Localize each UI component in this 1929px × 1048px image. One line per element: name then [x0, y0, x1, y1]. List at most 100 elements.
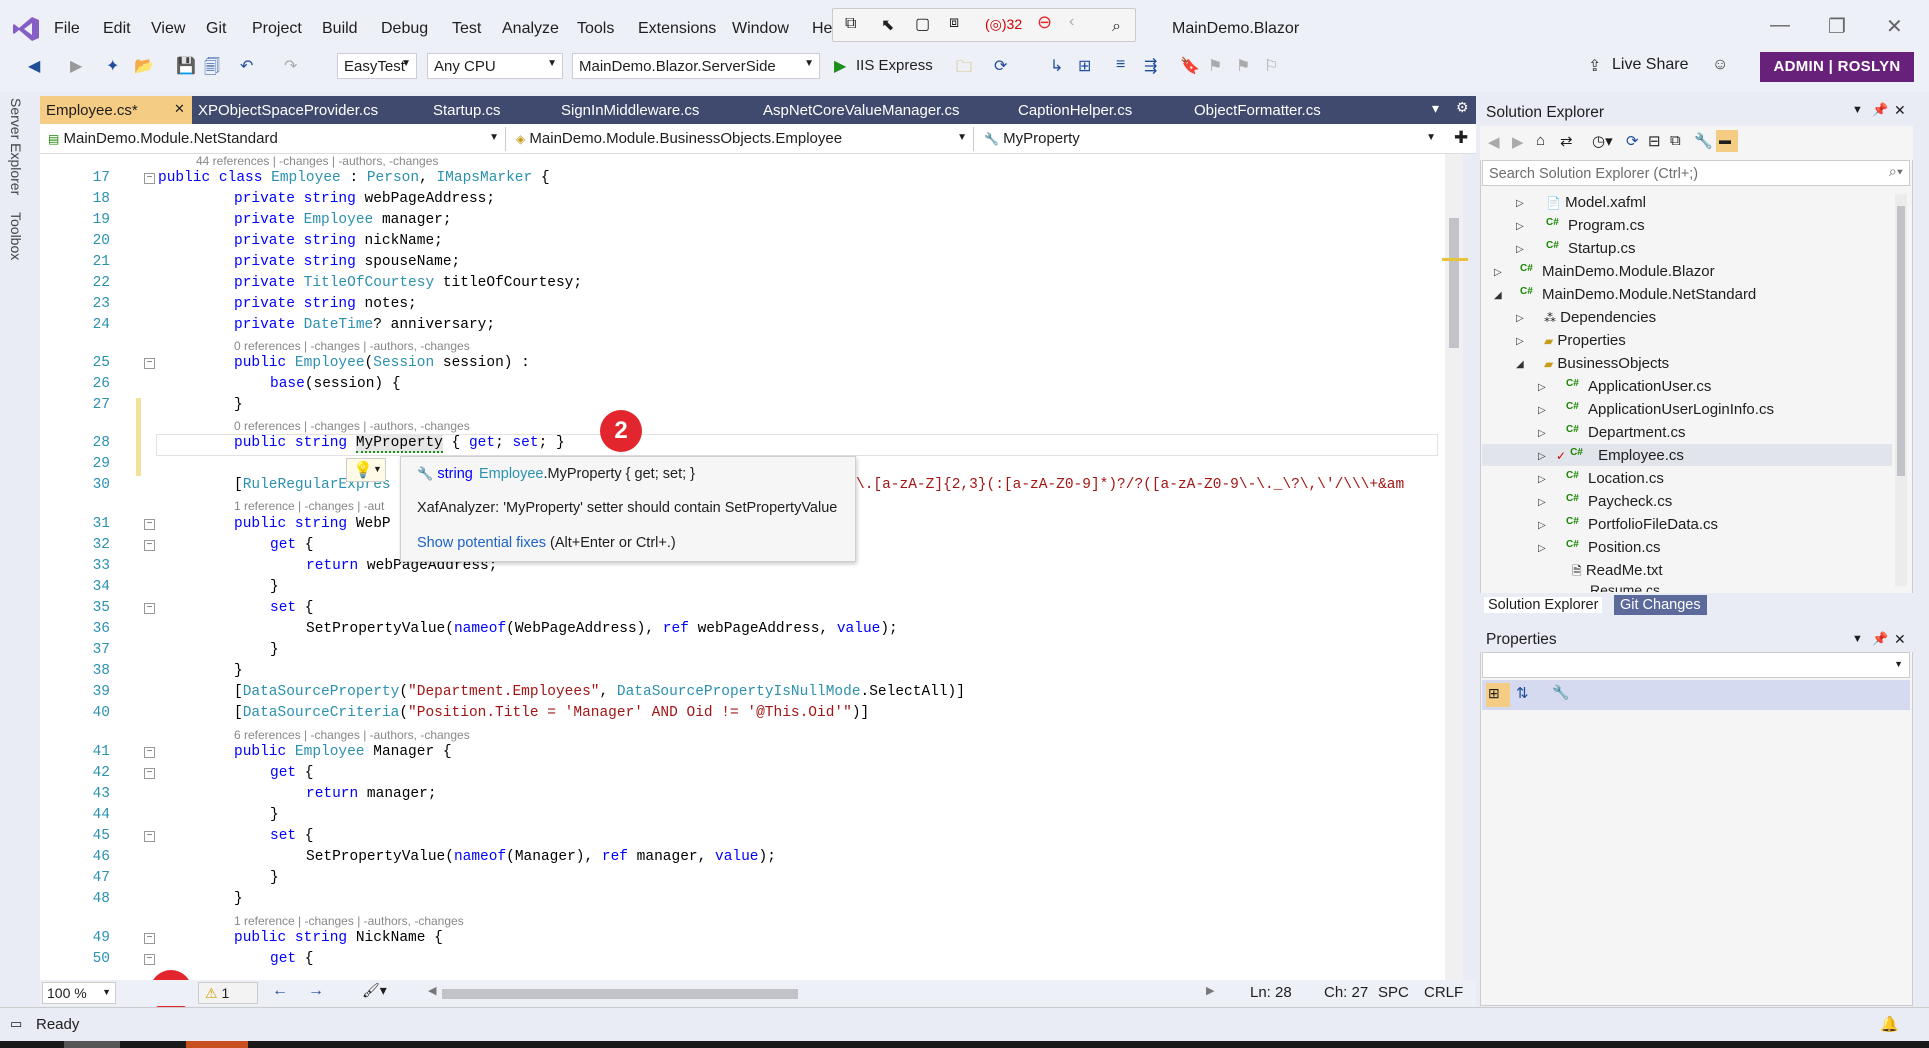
- tab-solution-explorer[interactable]: Solution Explorer: [1484, 597, 1603, 613]
- tab-xpobjectspaceprovider[interactable]: XPObjectSpaceProvider.cs: [198, 96, 378, 124]
- expand-arrow-icon[interactable]: ▷: [1516, 198, 1524, 209]
- feedback-icon[interactable]: ☺: [1712, 56, 1728, 74]
- navigate-forward-icon[interactable]: ▶: [70, 56, 82, 76]
- lightbulb-button[interactable]: 💡 ▼: [346, 458, 386, 482]
- split-window-icon[interactable]: ✚: [1454, 128, 1468, 148]
- expand-arrow-icon[interactable]: ▷: [1516, 221, 1524, 232]
- tree-item-applicationuserlogininfo[interactable]: C# ApplicationUserLoginInfo.cs: [1566, 401, 1774, 418]
- menu-debug[interactable]: Debug: [381, 20, 428, 38]
- platform-dropdown[interactable]: Any CPU ▼: [427, 53, 563, 79]
- start-debugging-icon[interactable]: ▶: [834, 56, 846, 76]
- project-navigation-dropdown[interactable]: ▤ MainDemo.Module.NetStandard ▼: [44, 127, 506, 151]
- notifications-bell-icon[interactable]: 🔔: [1880, 1015, 1899, 1033]
- code-cleanup-icon[interactable]: 🖌▾: [362, 982, 387, 999]
- menu-window[interactable]: Window: [732, 20, 789, 38]
- expand-arrow-icon[interactable]: ▷: [1538, 382, 1546, 393]
- undo-icon[interactable]: ↶: [240, 56, 253, 76]
- collapse-icon[interactable]: ‹: [1069, 13, 1074, 31]
- expand-arrow-icon[interactable]: ▷: [1538, 405, 1546, 416]
- indent-icon[interactable]: ≡: [1116, 56, 1125, 74]
- redo-icon[interactable]: ↷: [284, 56, 297, 76]
- menu-extensions[interactable]: Extensions: [638, 20, 716, 38]
- tree-item-startup-cs[interactable]: C# Startup.cs: [1546, 240, 1636, 257]
- tab-employee-cs[interactable]: Employee.cs* ✕: [40, 96, 192, 124]
- expand-arrow-icon[interactable]: ▷: [1538, 497, 1546, 508]
- tree-item-portfoliofiledata[interactable]: C# PortfolioFileData.cs: [1566, 516, 1718, 533]
- type-navigation-dropdown[interactable]: ◈ MainDemo.Module.BusinessObjects.Employ…: [512, 127, 974, 151]
- diagnostics-icon[interactable]: ⧉: [845, 15, 856, 33]
- switch-views-icon[interactable]: ⇄: [1560, 132, 1573, 150]
- tree-item-dependencies[interactable]: ⁂ Dependencies: [1544, 309, 1656, 326]
- tree-item-department[interactable]: C# Department.cs: [1566, 424, 1686, 441]
- fold-toggle[interactable]: −: [144, 831, 155, 842]
- panel-menu-icon[interactable]: ▼: [1852, 633, 1863, 645]
- browser-link-icon[interactable]: ⟳: [994, 56, 1007, 76]
- show-potential-fixes-link[interactable]: Show potential fixes: [417, 535, 546, 551]
- account-badge[interactable]: ADMIN | ROSLYN: [1760, 52, 1914, 82]
- menu-test[interactable]: Test: [452, 20, 481, 38]
- bookmark-next-icon[interactable]: ⚑: [1236, 56, 1250, 76]
- menu-analyze[interactable]: Analyze: [502, 20, 559, 38]
- layout-icon[interactable]: ⊞: [1078, 56, 1091, 76]
- panel-menu-icon[interactable]: ▼: [1852, 104, 1863, 116]
- collapse-arrow-icon[interactable]: ◢: [1516, 359, 1524, 370]
- visual-studio-logo-icon[interactable]: [12, 16, 40, 42]
- expand-arrow-icon[interactable]: ▷: [1516, 336, 1524, 347]
- member-navigation-dropdown[interactable]: 🔧 MyProperty ▼: [980, 127, 1442, 151]
- zoom-dropdown[interactable]: 100 % ▼: [42, 982, 116, 1004]
- codelens-nickname[interactable]: 1 reference | -changes | -authors, -chan…: [234, 914, 464, 928]
- show-all-files-icon[interactable]: ⧉: [1670, 132, 1681, 149]
- fold-toggle[interactable]: −: [144, 173, 155, 184]
- menu-edit[interactable]: Edit: [103, 20, 131, 38]
- save-all-icon[interactable]: 🗐: [204, 56, 220, 83]
- tab-captionhelper[interactable]: CaptionHelper.cs: [1018, 96, 1132, 124]
- tab-startup[interactable]: Startup.cs: [433, 96, 501, 124]
- fold-toggle[interactable]: −: [144, 519, 155, 530]
- server-explorer-tab[interactable]: Server Explorer: [8, 98, 24, 195]
- save-icon[interactable]: 💾: [176, 56, 196, 76]
- output-window-icon[interactable]: ▭: [10, 1016, 22, 1032]
- bookmark-prev-icon[interactable]: ⚑: [1208, 56, 1222, 76]
- tree-item-module-blazor[interactable]: C# MainDemo.Module.Blazor: [1520, 263, 1715, 280]
- property-pages-wrench-icon[interactable]: 🔧: [1552, 684, 1569, 701]
- properties-object-dropdown[interactable]: ▼: [1482, 652, 1910, 678]
- fold-toggle[interactable]: −: [144, 747, 155, 758]
- fold-toggle[interactable]: −: [144, 603, 155, 614]
- properties-wrench-icon[interactable]: 🔧: [1694, 132, 1713, 150]
- codelens-constructor[interactable]: 0 references | -changes | -authors, -cha…: [234, 339, 470, 353]
- tree-item-employee[interactable]: ✓ C# Employee.cs: [1556, 447, 1684, 464]
- select-element-icon[interactable]: ⬉: [881, 15, 894, 35]
- navigate-back-icon[interactable]: ◀: [28, 56, 40, 76]
- close-tab-icon[interactable]: ✕: [174, 101, 185, 117]
- next-issue-icon[interactable]: →: [308, 982, 324, 1000]
- taskbar-item-active[interactable]: [186, 1041, 248, 1048]
- pin-icon[interactable]: 📌: [1872, 102, 1888, 118]
- solution-search-input[interactable]: Search Solution Explorer (Ctrl+;) ⌕▾: [1482, 160, 1910, 186]
- step-icon[interactable]: ↳: [1050, 56, 1063, 76]
- pending-changes-filter-icon[interactable]: ◷▾: [1592, 132, 1613, 150]
- home-icon[interactable]: ⌂: [1536, 132, 1545, 149]
- configuration-dropdown[interactable]: EasyTest ▼: [337, 53, 417, 79]
- tab-git-changes[interactable]: Git Changes: [1614, 595, 1707, 615]
- tree-item-paycheck[interactable]: C# Paycheck.cs: [1566, 493, 1672, 510]
- menu-build[interactable]: Build: [322, 20, 358, 38]
- fold-toggle[interactable]: −: [144, 768, 155, 779]
- close-icon[interactable]: ✕: [1886, 14, 1903, 39]
- fold-toggle[interactable]: −: [144, 358, 155, 369]
- whitespace-indicator[interactable]: SPC: [1378, 984, 1409, 1001]
- menu-view[interactable]: View: [151, 20, 185, 38]
- bookmark-icon[interactable]: 🔖: [1180, 56, 1200, 76]
- codelens-myproperty[interactable]: 0 references | -changes | -authors, -cha…: [234, 419, 470, 433]
- codelens-manager[interactable]: 6 references | -changes | -authors, -cha…: [234, 728, 470, 742]
- tab-aspnetcorevaluemanager[interactable]: AspNetCoreValueManager.cs: [763, 96, 960, 124]
- startup-project-dropdown[interactable]: MainDemo.Blazor.ServerSide ▼: [572, 53, 820, 79]
- tree-vertical-scrollbar[interactable]: [1895, 194, 1907, 586]
- forward-icon[interactable]: ▶: [1512, 133, 1524, 151]
- tree-item-readme[interactable]: 🗎 ReadMe.txt: [1566, 562, 1663, 583]
- comment-icon[interactable]: ⇶: [1144, 56, 1157, 76]
- expand-arrow-icon[interactable]: ▷: [1494, 267, 1502, 278]
- exceptions-counter[interactable]: (◎)32: [985, 16, 1022, 33]
- tree-item-model-xafml[interactable]: 📄 Model.xafml: [1546, 194, 1646, 211]
- expand-arrow-icon[interactable]: ▷: [1538, 451, 1546, 462]
- tab-objectformatter[interactable]: ObjectFormatter.cs: [1194, 96, 1321, 124]
